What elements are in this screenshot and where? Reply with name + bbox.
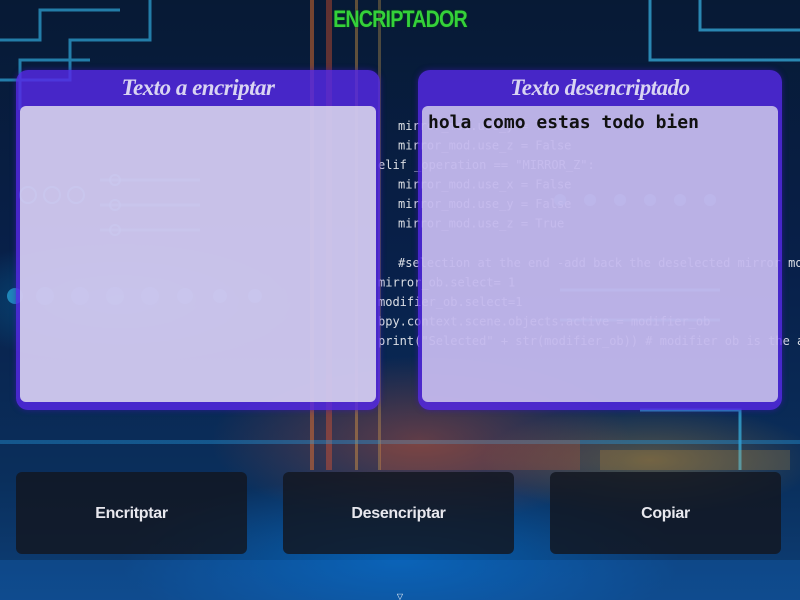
decrypt-panel-header: Texto desencriptado <box>510 75 690 100</box>
decrypt-panel: Texto desencriptado hola como estas todo… <box>418 70 782 410</box>
copy-button[interactable]: Copiar <box>550 472 781 554</box>
encrypt-input[interactable] <box>20 106 376 402</box>
chevron-down-icon: ▽ <box>396 592 404 600</box>
decrypt-button[interactable]: Desencriptar <box>283 472 514 554</box>
app-title: ENCRIPTADOR <box>333 6 468 33</box>
encrypt-panel: Texto a encriptar <box>16 70 380 410</box>
encrypt-panel-header: Texto a encriptar <box>121 75 275 100</box>
encrypt-button[interactable]: Encritptar <box>16 472 247 554</box>
decrypt-output[interactable]: hola como estas todo bien <box>422 106 778 402</box>
